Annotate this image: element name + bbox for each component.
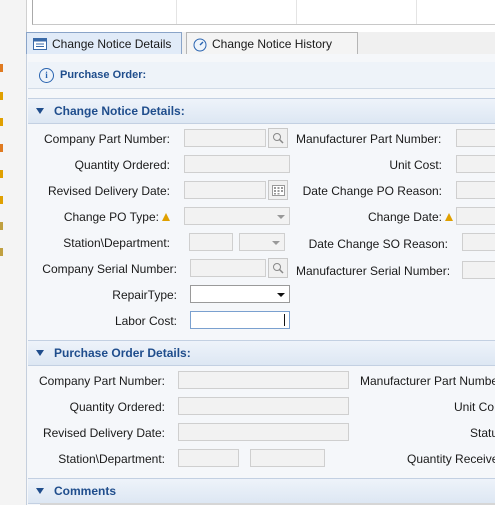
warning-icon	[445, 213, 453, 221]
department-combo[interactable]	[239, 233, 285, 251]
label-po-revised-delivery-date: Revised Delivery Date:	[42, 426, 165, 440]
change-po-type-combo[interactable]	[184, 207, 290, 225]
date-change-po-reason-field[interactable]	[456, 181, 495, 199]
po-department-field[interactable]	[250, 449, 325, 467]
marker	[0, 222, 3, 230]
unit-cost-field[interactable]	[456, 155, 495, 173]
section-purchase-order-details[interactable]: Purchase Order Details:	[28, 340, 495, 366]
section-change-notice-details[interactable]: Change Notice Details:	[28, 98, 495, 124]
search-icon	[273, 133, 284, 144]
marker	[0, 196, 3, 204]
label-date-change-po-reason: Date Change PO Reason:	[302, 184, 442, 198]
marker	[0, 248, 3, 256]
po-quantity-ordered-field[interactable]	[178, 397, 349, 415]
tab-label: Change Notice Details	[52, 36, 172, 51]
label-po-station-department: Station\Department:	[58, 452, 165, 466]
tab-label: Change Notice History	[212, 36, 333, 51]
revised-delivery-date-field[interactable]	[184, 181, 266, 199]
tab-change-notice-history[interactable]: Change Notice History	[186, 32, 358, 54]
repair-type-combo[interactable]	[190, 285, 290, 303]
table-column	[296, 0, 297, 24]
purchase-order-label: Purchase Order:	[60, 69, 147, 81]
tab-change-notice-details[interactable]: Change Notice Details	[26, 32, 182, 54]
history-icon	[193, 38, 207, 51]
warning-icon	[162, 213, 170, 221]
marker	[0, 170, 3, 178]
label-po-status: Statu	[470, 426, 495, 440]
details-icon	[33, 37, 47, 50]
station-field[interactable]	[189, 233, 233, 251]
collapse-icon	[36, 350, 44, 356]
label-change-date: Change Date:	[368, 210, 453, 224]
date-change-so-reason-field[interactable]	[462, 233, 495, 251]
change-date-field[interactable]	[456, 207, 495, 225]
quantity-ordered-field[interactable]	[184, 155, 290, 173]
search-button[interactable]	[268, 128, 288, 148]
po-revised-delivery-date-field[interactable]	[178, 423, 349, 441]
search-icon	[273, 263, 284, 274]
text-cursor	[284, 314, 285, 326]
label-po-quantity-ordered: Quantity Ordered:	[69, 400, 165, 414]
info-icon: i	[39, 68, 54, 83]
company-part-number-field[interactable]	[184, 129, 266, 147]
label-repair-type: RepairType:	[112, 288, 177, 302]
label-company-part-number: Company Part Number:	[43, 132, 170, 146]
purchase-order-header: i Purchase Order:	[28, 62, 495, 89]
label-po-unit-cost: Unit Co	[454, 400, 495, 414]
label-revised-delivery-date: Revised Delivery Date:	[47, 184, 170, 198]
manufacturer-part-number-field[interactable]	[456, 129, 495, 147]
label-company-serial-number: Company Serial Number:	[42, 262, 177, 276]
tab-strip: Change Notice Details Change Notice Hist…	[26, 32, 495, 55]
left-panel-strip	[0, 0, 27, 505]
company-serial-number-field[interactable]	[190, 259, 266, 277]
label-unit-cost: Unit Cost:	[389, 158, 442, 172]
section-title: Change Notice Details:	[54, 104, 185, 118]
search-button[interactable]	[268, 258, 288, 278]
table-column	[176, 0, 177, 24]
date-picker-button[interactable]	[268, 180, 288, 200]
label-manufacturer-part-number: Manufacturer Part Number:	[296, 132, 442, 146]
label-station-department: Station\Department:	[63, 236, 170, 250]
marker	[0, 118, 3, 126]
po-station-field[interactable]	[178, 449, 239, 467]
table-column	[416, 0, 417, 24]
marker	[0, 64, 3, 72]
label-po-quantity-received: Quantity Receive	[407, 452, 495, 466]
marker	[0, 92, 3, 100]
label-date-change-so-reason: Date Change SO Reason:	[308, 237, 448, 251]
section-comments[interactable]: Comments	[28, 478, 495, 504]
chevron-down-icon	[272, 241, 280, 245]
label-change-po-type: Change PO Type:	[64, 210, 170, 224]
chevron-down-icon	[277, 293, 285, 297]
po-company-part-number-field[interactable]	[178, 371, 349, 389]
marker	[0, 144, 3, 152]
collapse-icon	[36, 108, 44, 114]
collapse-icon	[36, 488, 44, 494]
label-po-company-part-number: Company Part Number:	[38, 374, 165, 388]
labor-cost-field[interactable]	[190, 311, 290, 329]
manufacturer-serial-number-field[interactable]	[462, 261, 495, 279]
label-labor-cost: Labor Cost:	[114, 314, 177, 328]
section-title: Purchase Order Details:	[54, 346, 191, 360]
label-manufacturer-serial-number: Manufacturer Serial Number:	[296, 264, 451, 278]
calendar-icon	[271, 184, 285, 196]
label-quantity-ordered: Quantity Ordered:	[74, 158, 170, 172]
chevron-down-icon	[277, 215, 285, 219]
results-table[interactable]	[32, 0, 495, 25]
section-title: Comments	[54, 484, 117, 498]
label-po-manufacturer-part-number: Manufacturer Part Numbe	[360, 374, 495, 388]
